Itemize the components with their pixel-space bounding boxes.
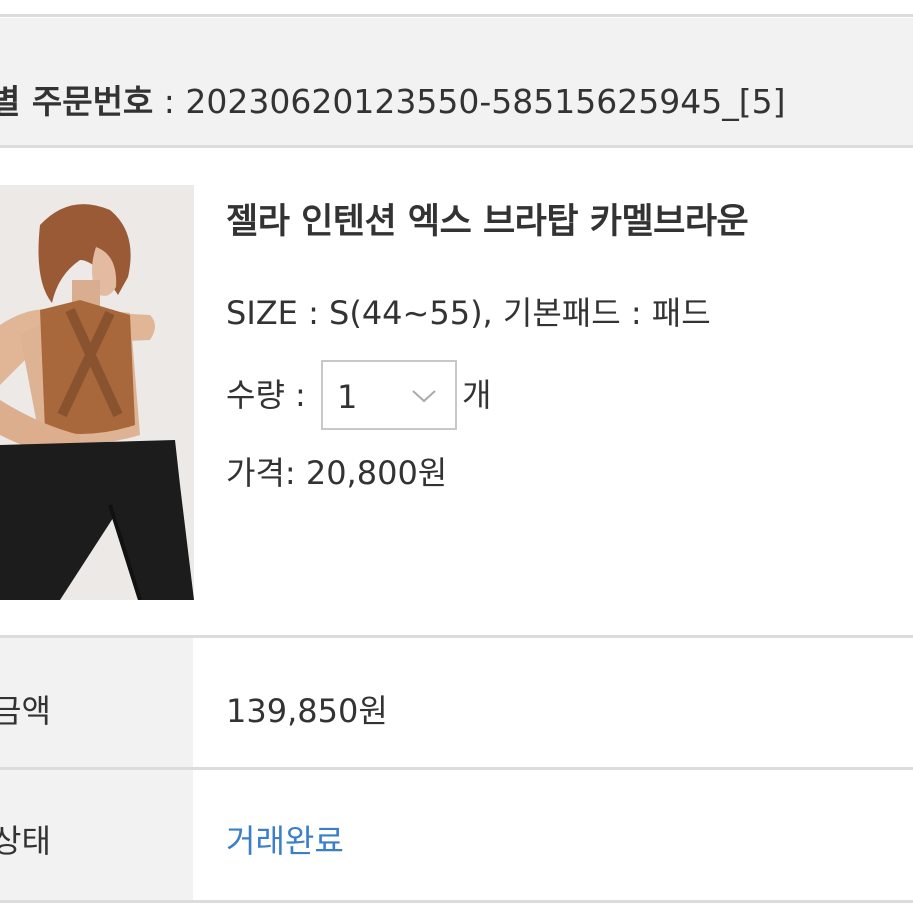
status-label-cell: 상태 — [0, 770, 193, 900]
status-value: 거래완료 — [226, 822, 344, 860]
top-divider — [0, 14, 913, 17]
order-number: 별 주문번호 : 20230620123550-58515625945_[5] — [0, 82, 785, 122]
order-number-row: 별 주문번호 : 20230620123550-58515625945_[5] — [0, 18, 913, 146]
product-image[interactable] — [0, 185, 194, 600]
product-photo-icon — [0, 185, 194, 600]
quantity-select[interactable]: 1 — [321, 360, 457, 430]
order-number-value: 20230620123550-58515625945_[5] — [185, 82, 786, 121]
quantity-unit: 개 — [462, 376, 492, 414]
amount-label: 금액 — [0, 692, 51, 730]
chevron-down-icon — [412, 390, 436, 403]
order-divider — [0, 145, 913, 148]
product-options: SIZE : S(44~55), 기본패드 : 패드 — [226, 294, 711, 332]
quantity-value: 1 — [337, 378, 358, 416]
product-name[interactable]: 젤라 인텐션 엑스 브라탑 카멜브라운 — [226, 193, 749, 244]
product-price: 가격: 20,800원 — [226, 454, 448, 492]
amount-value: 139,850원 — [226, 692, 388, 730]
order-number-separator: : — [153, 82, 186, 121]
status-label: 상태 — [0, 822, 51, 860]
status-divider — [0, 900, 913, 903]
amount-label-cell: 금액 — [0, 638, 193, 768]
order-number-label: 별 주문번호 — [0, 82, 154, 121]
quantity-label: 수량 : — [226, 376, 306, 414]
